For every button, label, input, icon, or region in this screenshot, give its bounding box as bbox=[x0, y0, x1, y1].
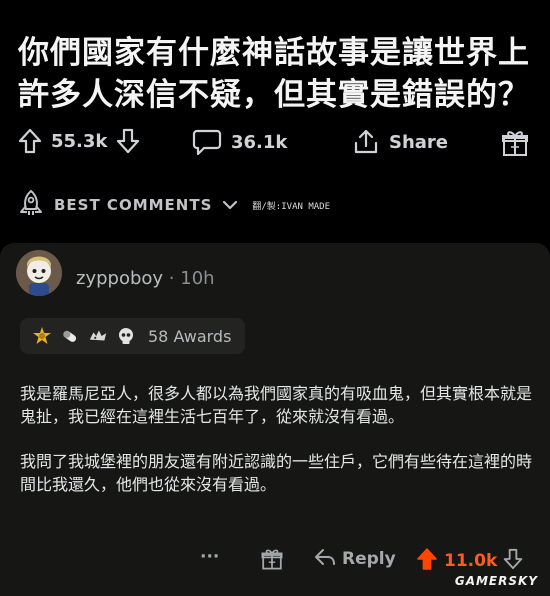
share-button[interactable]: Share bbox=[352, 128, 448, 156]
post-title: 你們國家有什麼神話故事是讓世界上許多人深信不疑，但其實是錯誤的？ bbox=[18, 35, 530, 113]
animal-award-icon bbox=[88, 326, 108, 346]
post-page: 你們國家有什麼神話故事是讓世界上許多人深信不疑，但其實是錯誤的？ 55.3k 3… bbox=[0, 0, 550, 596]
gold-award-icon bbox=[32, 326, 52, 346]
comment-score: 11.0k bbox=[444, 551, 498, 571]
comment-action-bar: ··· Reply 11.0k bbox=[0, 543, 550, 577]
comment-icon bbox=[192, 128, 222, 156]
pill-award-icon bbox=[60, 326, 80, 346]
reply-label: Reply bbox=[342, 549, 396, 569]
comment-count: 36.1k bbox=[231, 131, 288, 153]
upvote-count: 55.3k bbox=[51, 130, 108, 152]
upvote-active-icon[interactable] bbox=[416, 547, 438, 575]
skull-award-icon bbox=[116, 326, 136, 346]
upvote-icon[interactable] bbox=[18, 128, 42, 154]
vote-group: 55.3k bbox=[18, 128, 140, 154]
comment-author[interactable]: zyppoboy · 10h bbox=[76, 268, 215, 289]
more-options-icon: ··· bbox=[200, 547, 220, 567]
translator-credit: 翻/製:IVAN MADE bbox=[252, 201, 330, 212]
post-action-bar: 55.3k 36.1k Share bbox=[0, 122, 550, 166]
awards-count: 58 Awards bbox=[148, 326, 232, 346]
reply-button[interactable]: Reply bbox=[314, 547, 396, 571]
awards-bar[interactable]: 58 Awards bbox=[20, 318, 246, 354]
gift-icon bbox=[260, 547, 284, 575]
sort-selector[interactable]: BEST COMMENTS 翻/製:IVAN MADE bbox=[18, 189, 330, 221]
chevron-down-icon bbox=[222, 196, 238, 215]
comments-button[interactable]: 36.1k bbox=[192, 128, 287, 156]
more-options-button[interactable]: ··· bbox=[200, 547, 219, 567]
rocket-icon bbox=[18, 189, 44, 221]
sort-label: BEST COMMENTS bbox=[54, 196, 213, 214]
comment-paragraph: 我問了我城堡裡的朋友還有附近認識的一些住戶，它們有些待在這裡的時間比我還久，他們… bbox=[20, 452, 533, 494]
watermark-logo: GAMERSKY bbox=[454, 574, 538, 588]
comment-paragraph: 我是羅馬尼亞人，很多人都以為我們國家真的有吸血鬼，但其實根本就是鬼扯，我已經在這… bbox=[20, 384, 533, 426]
share-icon bbox=[352, 128, 380, 156]
downvote-icon[interactable] bbox=[116, 128, 140, 154]
snoo-avatar-icon bbox=[16, 250, 62, 296]
gift-icon bbox=[500, 128, 530, 158]
reply-arrow-icon bbox=[314, 547, 336, 571]
award-button[interactable] bbox=[500, 128, 530, 158]
comment-vote-group: 11.0k bbox=[416, 547, 523, 575]
give-award-button[interactable] bbox=[260, 547, 284, 575]
meta-separator: · bbox=[168, 268, 175, 289]
username[interactable]: zyppoboy bbox=[76, 268, 163, 289]
avatar[interactable] bbox=[16, 250, 62, 296]
comment-body: 我是羅馬尼亞人，很多人都以為我們國家真的有吸血鬼，但其實根本就是鬼扯，我已經在這… bbox=[20, 382, 532, 496]
share-label: Share bbox=[389, 131, 449, 153]
comment-age: 10h bbox=[180, 268, 215, 289]
downvote-icon[interactable] bbox=[503, 548, 523, 574]
